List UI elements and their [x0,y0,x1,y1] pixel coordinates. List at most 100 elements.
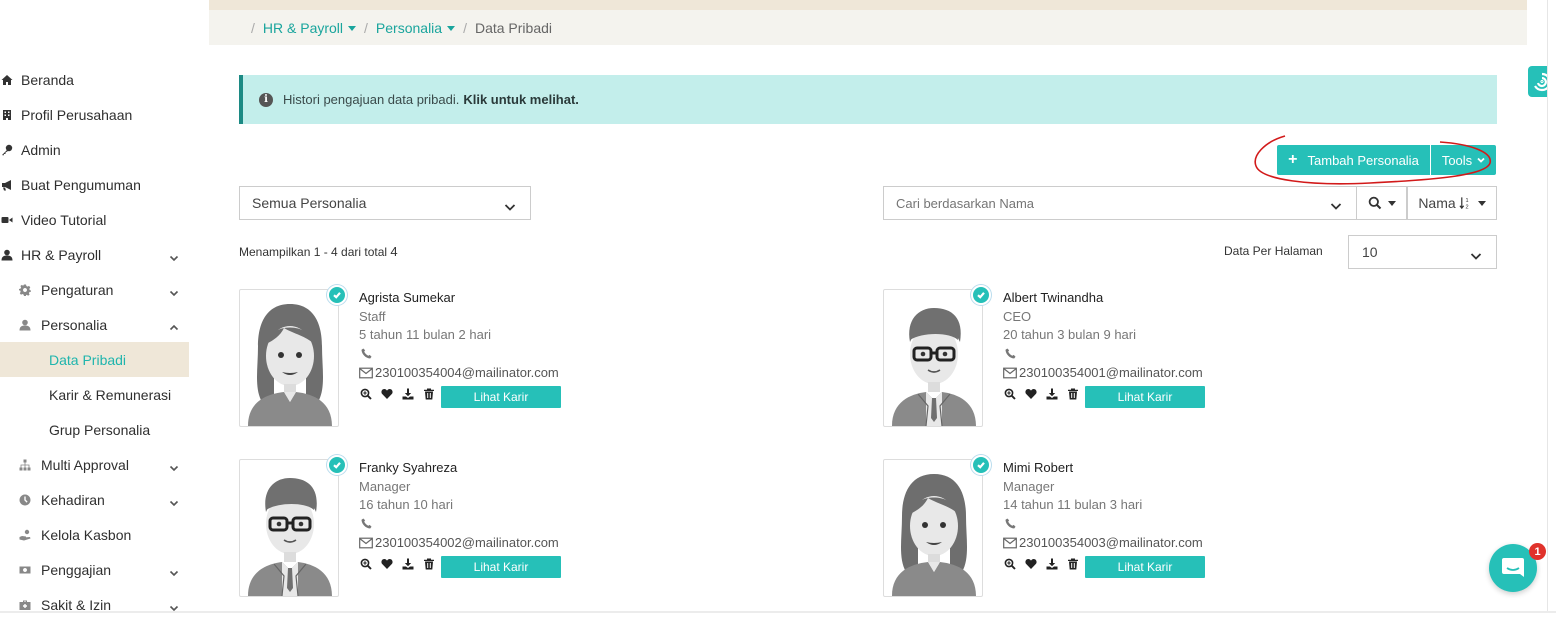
sidebar-item-label: Karir & Remunerasi [49,386,172,403]
verified-check-icon [971,455,991,475]
chevron-down-icon[interactable] [1330,198,1342,210]
card-duration: 16 tahun 10 hari [359,497,453,512]
card-email-text: 230100354004@mailinator.com [375,365,559,380]
download-icon[interactable] [401,557,415,571]
lihat-karir-button[interactable]: Lihat Karir [1085,556,1205,578]
trash-icon[interactable] [1066,387,1080,401]
card-email[interactable]: 230100354002@mailinator.com [359,535,559,550]
heart-icon[interactable] [1024,387,1038,401]
caret-down-icon [1477,200,1486,206]
showing-summary: Menampilkan 1 - 4 dari total 4 [239,244,398,259]
breadcrumb-hr-payroll[interactable]: HR & Payroll [263,20,357,36]
sidebar-item-karir-remunerasi[interactable]: Karir & Remunerasi [0,377,189,412]
card-email-text: 230100354003@mailinator.com [1019,535,1203,550]
download-icon[interactable] [1045,557,1059,571]
filter-selected-value: Semua Personalia [252,195,367,211]
card-actions [359,387,443,401]
sidebar: Beranda Profil Perusahaan Admin Buat Pen… [0,0,209,613]
money-icon [18,563,32,577]
zoom-icon[interactable] [359,557,373,571]
zoom-icon[interactable] [359,387,373,401]
sidebar-item-label: Grup Personalia [49,421,151,438]
sidebar-item-beranda[interactable]: Beranda [0,62,189,97]
breadcrumb-personalia[interactable]: Personalia [375,19,456,36]
personalia-filter-select[interactable]: Semua Personalia [239,186,531,220]
card-email[interactable]: 230100354001@mailinator.com [1003,365,1203,380]
sidebar-item-pengaturan[interactable]: Pengaturan [0,272,189,307]
avatar[interactable] [883,459,983,597]
heart-icon[interactable] [380,557,394,571]
sidebar-item-data-pribadi[interactable]: Data Pribadi [0,342,189,377]
download-icon[interactable] [1045,387,1059,401]
sidebar-item-video-tutorial[interactable]: Video Tutorial [0,202,189,237]
zoom-icon[interactable] [1003,557,1017,571]
card-name[interactable]: Albert Twinandha [1003,290,1103,305]
alert-link[interactable]: Klik untuk melihat. [463,92,579,107]
heart-icon[interactable] [380,387,394,401]
avatar[interactable] [883,289,983,427]
card-role: Manager [359,479,411,494]
scrollbar-edge [1547,0,1556,613]
svg-text:1: 1 [1465,198,1468,204]
sidebar-item-label: HR & Payroll [21,246,102,263]
sidebar-item-sakit-izin[interactable]: Sakit & Izin [0,587,189,622]
alert-text: Histori pengajuan data pribadi. [283,92,460,107]
card-role: Staff [359,309,386,324]
sidebar-item-kelola-kasbon[interactable]: Kelola Kasbon [0,517,189,552]
caret-down-icon [348,26,357,32]
breadcrumb-separator: / [463,19,467,36]
avatar[interactable] [239,289,339,427]
trash-icon[interactable] [422,387,436,401]
sidebar-item-profil-perusahaan[interactable]: Profil Perusahaan [0,97,189,132]
phone-icon [1005,346,1017,359]
card-email[interactable]: 230100354003@mailinator.com [1003,535,1203,550]
per-page-select[interactable]: 10 [1348,235,1497,269]
sidebar-item-grup-personalia[interactable]: Grup Personalia [0,412,189,447]
sidebar-item-label: Penggajian [41,561,112,578]
search-input[interactable] [883,186,1357,220]
gear-icon [18,283,32,297]
phone-icon [361,346,373,359]
info-alert[interactable]: i Histori pengajuan data pribadi. Klik u… [239,75,1497,124]
sidebar-item-label: Data Pribadi [49,351,127,368]
trash-icon[interactable] [1066,557,1080,571]
breadcrumb-label: Personalia [375,19,443,36]
card-actions [359,557,443,571]
card-name[interactable]: Agrista Sumekar [359,290,455,305]
card-email[interactable]: 230100354004@mailinator.com [359,365,559,380]
breadcrumb-separator: / [364,19,368,36]
sort-button[interactable]: Nama 12 [1407,186,1497,220]
card-email-text: 230100354002@mailinator.com [375,535,559,550]
lihat-karir-button[interactable]: Lihat Karir [441,386,561,408]
sidebar-item-admin[interactable]: Admin [0,132,189,167]
download-icon[interactable] [401,387,415,401]
showing-total: 4 [390,244,398,259]
caret-down-icon [447,26,456,32]
card-duration: 14 tahun 11 bulan 3 hari [1003,497,1143,512]
sidebar-item-label: Multi Approval [41,456,129,473]
key-icon [0,143,14,157]
user-icon [0,248,14,262]
search-button[interactable] [1357,186,1407,220]
megaphone-icon [0,178,14,192]
sidebar-item-kehadiran[interactable]: Kehadiran [0,482,189,517]
chevron-down-icon [169,250,179,261]
trash-icon[interactable] [422,557,436,571]
sort-label: Nama [1418,195,1456,211]
lihat-karir-button[interactable]: Lihat Karir [441,556,561,578]
sidebar-item-multi-approval[interactable]: Multi Approval [0,447,189,482]
verified-check-icon [971,285,991,305]
avatar[interactable] [239,459,339,597]
card-role: Manager [1003,479,1055,494]
sidebar-item-buat-pengumuman[interactable]: Buat Pengumuman [0,167,189,202]
card-name[interactable]: Franky Syahreza [359,460,457,475]
lihat-karir-button[interactable]: Lihat Karir [1085,386,1205,408]
zoom-icon[interactable] [1003,387,1017,401]
card-name[interactable]: Mimi Robert [1003,460,1073,475]
verified-check-icon [327,455,347,475]
heart-icon[interactable] [1024,557,1038,571]
sidebar-item-penggajian[interactable]: Penggajian [0,552,189,587]
sitemap-icon [18,458,32,472]
sidebar-item-hr-payroll[interactable]: HR & Payroll [0,237,189,272]
sidebar-item-personalia[interactable]: Personalia [0,307,189,342]
